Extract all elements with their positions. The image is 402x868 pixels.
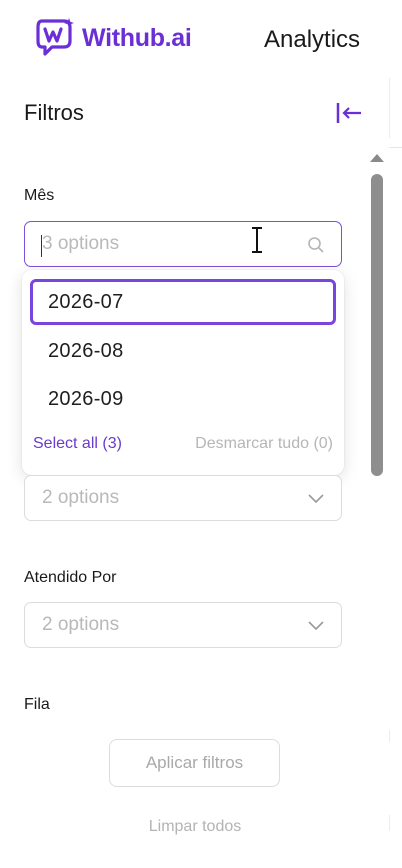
- filter-label-agent: Atendido Por: [24, 569, 117, 586]
- brand-name: Withub.ai: [82, 23, 192, 52]
- content-divider: [389, 78, 390, 138]
- content-divider: [389, 730, 390, 742]
- option-2026-08[interactable]: 2026-08: [30, 328, 336, 374]
- filter-2-select[interactable]: 2 options: [24, 475, 342, 521]
- agent-select[interactable]: 2 options: [24, 602, 342, 648]
- option-2026-09[interactable]: 2026-09: [30, 376, 336, 422]
- month-dropdown: 2026-07 2026-08 2026-09 Select all (3) D…: [22, 270, 344, 475]
- apply-filters-button[interactable]: Aplicar filtros: [109, 739, 280, 787]
- sidebar-title: Filtros: [24, 100, 84, 125]
- scrollbar-thumb[interactable]: [371, 174, 383, 476]
- content-divider: [389, 815, 390, 831]
- scroll-up-arrow[interactable]: [370, 154, 384, 162]
- search-icon: [308, 237, 324, 253]
- filter-2-placeholder: 2 options: [42, 487, 120, 508]
- brand-logo[interactable]: Withub.ai: [36, 17, 192, 59]
- chevron-down-icon: [308, 621, 324, 631]
- clear-all-button[interactable]: Limpar todos: [120, 818, 270, 836]
- text-cursor-icon: [252, 227, 262, 253]
- select-all-link[interactable]: Select all (3): [33, 435, 122, 453]
- option-2026-07[interactable]: 2026-07: [30, 279, 336, 325]
- agent-placeholder: 2 options: [42, 614, 120, 635]
- deselect-all-link[interactable]: Desmarcar tudo (0): [195, 435, 333, 453]
- dropdown-footer: Select all (3) Desmarcar tudo (0): [33, 435, 333, 453]
- page-title: Analytics: [264, 26, 361, 53]
- collapse-sidebar-icon[interactable]: [336, 102, 362, 124]
- month-placeholder: 3 options: [42, 233, 120, 254]
- filter-label-month: Mês: [24, 187, 55, 204]
- filter-label-queue: Fila: [24, 696, 50, 713]
- chevron-down-icon: [308, 494, 324, 504]
- content-divider: [389, 147, 402, 148]
- withub-logo-icon: [36, 18, 74, 56]
- month-multiselect[interactable]: 3 options: [24, 221, 342, 267]
